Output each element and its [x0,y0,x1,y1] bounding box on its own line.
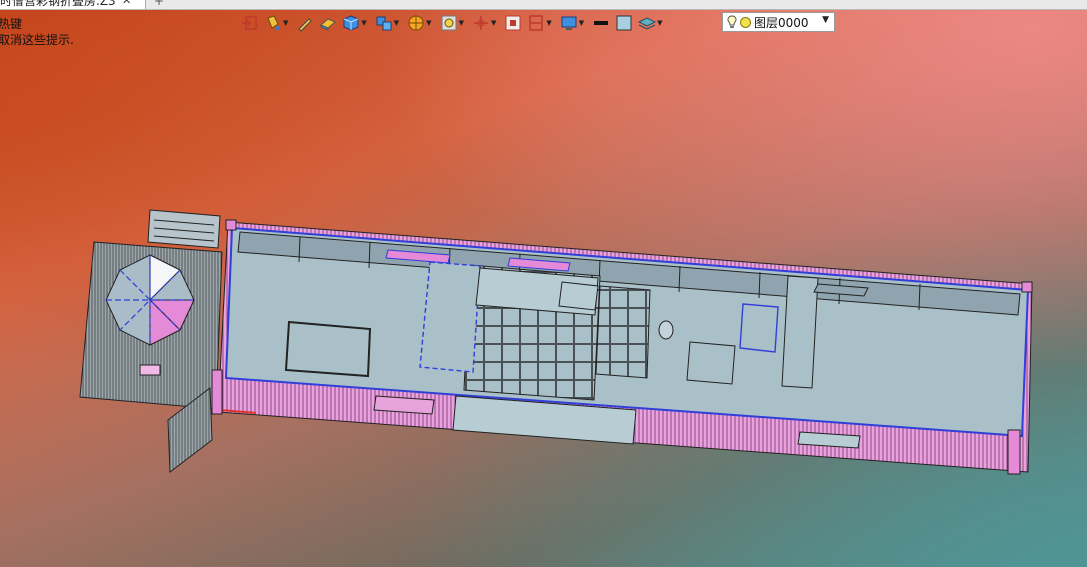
cube-icon [343,15,359,31]
zoom-fit-button[interactable]: ▼ [439,13,468,33]
multi-cube-icon [376,16,392,31]
paint-bucket-icon [267,15,280,30]
chevron-down-icon[interactable]: ▼ [394,19,399,27]
view-toolbar: ▼ ▼ ▼ ▼ ▼ ▼ ▼ ▼ ▼ [240,12,667,34]
layers-button[interactable]: ▼ [637,13,666,33]
frame-button[interactable]: ▼ [526,13,555,33]
chevron-down-icon[interactable]: ▼ [822,15,829,25]
close-icon[interactable]: ✕ [122,0,131,8]
chevron-down-icon[interactable]: ▼ [579,19,584,27]
layer-name: 图层0000 [754,15,809,30]
paint-bucket-button[interactable]: ▼ [263,13,292,33]
chevron-down-icon[interactable]: ▼ [491,19,496,27]
box-select-button[interactable] [503,13,523,33]
axis-button[interactable]: ▼ [471,13,500,33]
dismiss-hints-link[interactable]: 取消这些提示. [0,31,74,48]
chevron-down-icon[interactable]: ▼ [657,19,662,27]
cube-button[interactable]: ▼ [341,13,370,33]
stair-rail [147,209,221,249]
chevron-down-icon[interactable]: ▼ [361,19,366,27]
eraser-button[interactable] [318,13,338,33]
frame-icon [529,15,544,31]
zoom-fit-icon [441,15,457,31]
layer-dropdown[interactable]: 图层0000 ▼ [722,12,835,32]
box-select-icon [505,15,521,31]
render-sphere-icon [408,15,424,31]
document-tab[interactable]: 时僧营彩钢折叠房.Z3 ✕ [0,0,146,9]
hotkey-hint: 热键 [0,17,23,31]
view-orient-icon [242,16,257,30]
chevron-down-icon[interactable]: ▼ [546,19,551,27]
layer-color-icon[interactable] [740,16,751,28]
render-sphere-button[interactable]: ▼ [406,13,435,33]
chevron-down-icon[interactable]: ▼ [426,19,431,27]
document-tab-bar: 时僧营彩钢折叠房.Z3 ✕ + [0,0,1087,10]
line-style-icon [594,21,609,25]
add-tab-icon[interactable]: + [154,0,164,8]
document-tab-title: 时僧营彩钢折叠房.Z3 [0,0,116,8]
container-house-model[interactable] [70,200,1040,490]
pencil-icon [298,18,313,32]
monitor-icon [561,16,577,30]
color-swatch-button[interactable] [614,13,634,33]
chevron-down-icon[interactable]: ▼ [283,19,288,27]
layers-icon [638,17,657,30]
color-swatch-icon [616,15,632,31]
view-orient-button[interactable] [240,13,260,33]
monitor-button[interactable]: ▼ [559,13,588,33]
multi-cube-button[interactable]: ▼ [374,13,403,33]
eraser-icon [320,18,337,31]
axis-icon [473,16,488,30]
chevron-down-icon[interactable]: ▼ [459,19,464,27]
pencil-button[interactable] [295,13,315,33]
lightbulb-icon[interactable] [727,15,737,29]
line-style-button[interactable] [591,13,611,33]
